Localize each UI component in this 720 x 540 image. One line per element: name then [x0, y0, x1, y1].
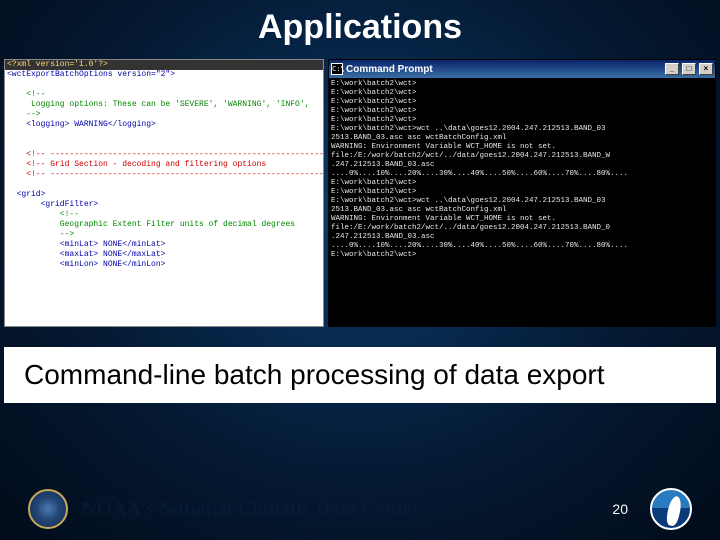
close-button[interactable]: ×: [699, 63, 713, 75]
terminal-line: E:\work\batch2\wct>: [331, 107, 713, 116]
xml-config-panel: <?xml version='1.0'?> <wctExportBatchOpt…: [4, 59, 324, 327]
xml-comment-close: -->: [5, 230, 323, 240]
xml-minlat: <minLat> NONE</minLat>: [5, 240, 323, 250]
terminal-line: E:\work\batch2\wct>wct ..\data\goes12.20…: [331, 125, 713, 134]
terminal-line: file:/E:/work/batch2/wct/../data/goes12.…: [331, 152, 713, 161]
terminal-line: E:\work\batch2\wct>: [331, 116, 713, 125]
xml-maxlat: <maxLat> NONE</maxLat>: [5, 250, 323, 260]
page-title: Applications: [0, 0, 720, 59]
window-titlebar[interactable]: C:\ Command Prompt _ □ ×: [329, 60, 715, 78]
terminal-line: ....0%....10%....20%....30%....40%....50…: [331, 242, 713, 251]
xml-grid-open: <grid>: [5, 190, 323, 200]
terminal-line: 2513.BAND_03.asc asc wctBatchConfig.xml: [331, 206, 713, 215]
terminal-line: ....0%....10%....20%....30%....40%....50…: [331, 170, 713, 179]
xml-blank: [5, 140, 323, 150]
terminal-output[interactable]: E:\work\batch2\wct> E:\work\batch2\wct> …: [329, 78, 715, 326]
xml-declaration: <?xml version='1.0'?>: [5, 60, 323, 70]
xml-root: <wctExportBatchOptions version="2">: [5, 70, 323, 80]
terminal-line: E:\work\batch2\wct>: [331, 179, 713, 188]
slide-subtitle: Command-line batch processing of data ex…: [4, 347, 716, 403]
terminal-line: E:\work\batch2\wct>: [331, 80, 713, 89]
terminal-line: E:\work\batch2\wct>: [331, 188, 713, 197]
window-title: Command Prompt: [346, 64, 662, 75]
xml-comment-open: <!--: [5, 90, 323, 100]
screenshot-panels: <?xml version='1.0'?> <wctExportBatchOpt…: [0, 59, 720, 327]
maximize-button[interactable]: □: [682, 63, 696, 75]
xml-logging: <logging> WARNING</logging>: [5, 120, 323, 130]
slide-footer: NOAA's National Climatic Data Center 20: [0, 488, 720, 530]
xml-comment-close: -->: [5, 110, 323, 120]
terminal-line: E:\work\batch2\wct>: [331, 98, 713, 107]
xml-blank: [5, 130, 323, 140]
cmd-icon: C:\: [331, 63, 343, 75]
xml-minlon: <minLon> NONE</minLon>: [5, 260, 323, 270]
minimize-button[interactable]: _: [665, 63, 679, 75]
terminal-line: E:\work\batch2\wct>wct ..\data\goes12.20…: [331, 197, 713, 206]
terminal-line: WARNING: Environment Variable WCT_HOME i…: [331, 215, 713, 224]
page-number: 20: [612, 501, 628, 517]
terminal-line: E:\work\batch2\wct>: [331, 89, 713, 98]
xml-section-label: <!-- Grid Section - decoding and filteri…: [5, 160, 323, 170]
terminal-line: file:/E:/work/batch2/wct/../data/goes12.…: [331, 224, 713, 233]
xml-blank: [5, 80, 323, 90]
terminal-line: 2513.BAND_03.asc asc wctBatchConfig.xml: [331, 134, 713, 143]
xml-comment-text: Logging options: These can be 'SEVERE', …: [5, 100, 323, 110]
terminal-line: .247.212513.BAND_03.asc: [331, 233, 713, 242]
noaa-logo-icon: [650, 488, 692, 530]
terminal-line: WARNING: Environment Variable WCT_HOME i…: [331, 143, 713, 152]
xml-comment-text: Geographic Extent Filter units of decima…: [5, 220, 323, 230]
footer-org: NOAA's National Climatic Data Center: [82, 498, 598, 521]
xml-divider: <!-- -----------------------------------…: [5, 150, 323, 160]
xml-blank: [5, 180, 323, 190]
terminal-line: .247.212513.BAND_03.asc: [331, 161, 713, 170]
xml-gridfilter-open: <gridFilter>: [5, 200, 323, 210]
xml-comment-open: <!--: [5, 210, 323, 220]
xml-divider: <!-- -----------------------------------…: [5, 170, 323, 180]
terminal-line: E:\work\batch2\wct>: [331, 251, 713, 260]
command-prompt-window: C:\ Command Prompt _ □ × E:\work\batch2\…: [328, 59, 716, 327]
doc-seal-icon: [28, 489, 68, 529]
